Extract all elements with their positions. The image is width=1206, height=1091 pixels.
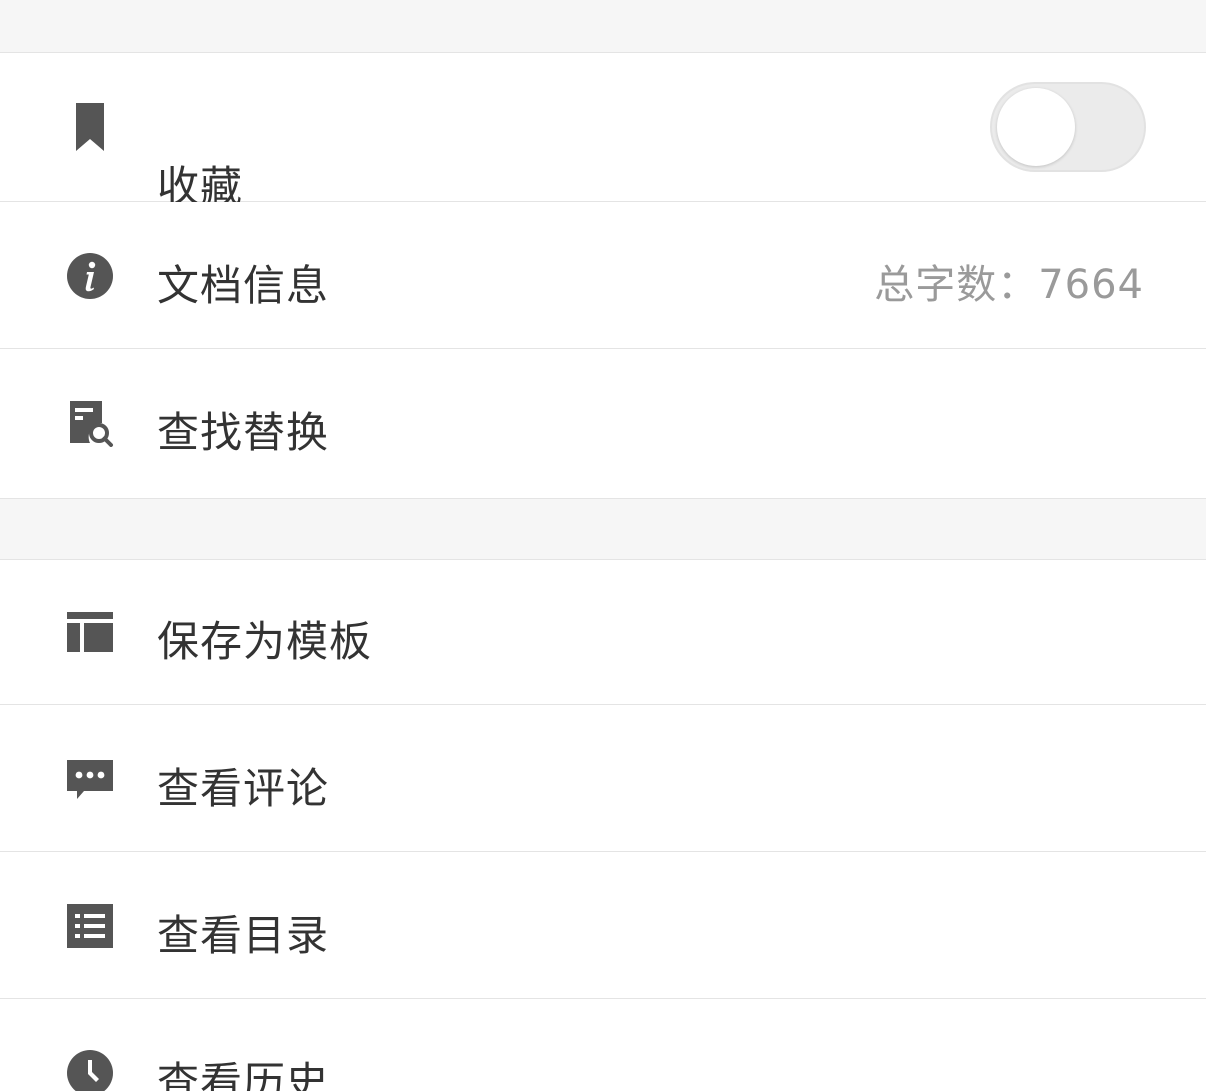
menu-item-document-info[interactable]: 文档信息 总字数：7664: [0, 202, 1206, 349]
menu-item-label: 文档信息: [157, 261, 330, 310]
bookmark-icon: [66, 103, 114, 151]
info-icon: [66, 252, 114, 300]
menu-item-view-toc[interactable]: 查看目录: [0, 852, 1206, 999]
menu-item-label: 保存为模板: [157, 617, 373, 666]
document-menu: 收藏 文档信息 总字数：7664 查找替换 保存为模板 查看评论 查看目录 查看…: [0, 0, 1206, 1091]
comment-icon: [66, 757, 114, 805]
toc-icon: [66, 902, 114, 950]
menu-item-find-replace[interactable]: 查找替换: [0, 349, 1206, 499]
favorite-toggle[interactable]: [990, 82, 1146, 172]
toggle-knob: [997, 88, 1075, 166]
word-count-value: 总字数：7664: [874, 262, 1144, 308]
menu-item-favorite[interactable]: 收藏: [0, 53, 1206, 211]
section-spacer-top: [0, 0, 1206, 53]
section-spacer-middle: [0, 499, 1206, 560]
template-icon: [66, 608, 114, 656]
find-replace-icon: [66, 399, 114, 447]
menu-item-view-history[interactable]: 查看历史: [0, 999, 1206, 1091]
history-clock-icon: [66, 1049, 114, 1091]
menu-item-label: 查看目录: [157, 911, 330, 960]
menu-item-label: 查看历史: [157, 1058, 330, 1091]
menu-item-label: 查看评论: [157, 764, 330, 813]
menu-item-label: 查找替换: [157, 408, 330, 457]
menu-item-view-comments[interactable]: 查看评论: [0, 705, 1206, 852]
menu-item-save-as-template[interactable]: 保存为模板: [0, 560, 1206, 705]
